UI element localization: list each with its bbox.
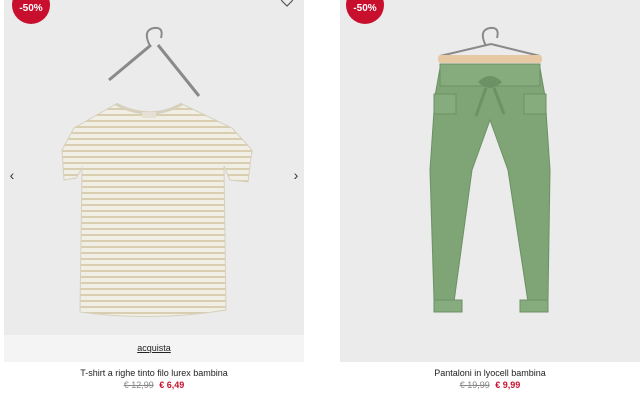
chevron-right-icon[interactable]: › bbox=[290, 168, 302, 182]
product-name[interactable]: Pantaloni in lyocell bambina bbox=[340, 368, 640, 378]
buy-link[interactable]: acquista bbox=[4, 343, 304, 353]
old-price: € 19,99 bbox=[459, 380, 490, 390]
pants-image bbox=[429, 26, 551, 313]
product-card[interactable]: -50% Pantaloni in lyocell bambina € 19,9… bbox=[340, 0, 640, 400]
product-image[interactable] bbox=[340, 0, 640, 362]
tshirt-image bbox=[61, 26, 253, 318]
chevron-left-icon[interactable]: ‹ bbox=[6, 168, 18, 182]
sale-price: € 6,49 bbox=[159, 380, 185, 390]
price-row: € 12,99 € 6,49 bbox=[4, 380, 304, 390]
price-row: € 19,99 € 9,99 bbox=[340, 380, 640, 390]
heart-icon[interactable] bbox=[280, 0, 294, 8]
product-card[interactable]: ‹ › -50% acquista T-shirt a righe tinto … bbox=[4, 0, 304, 400]
product-image[interactable]: ‹ › bbox=[4, 0, 304, 335]
old-price: € 12,99 bbox=[123, 380, 154, 390]
sale-price: € 9,99 bbox=[495, 380, 521, 390]
product-name[interactable]: T-shirt a righe tinto filo lurex bambina bbox=[4, 368, 304, 378]
